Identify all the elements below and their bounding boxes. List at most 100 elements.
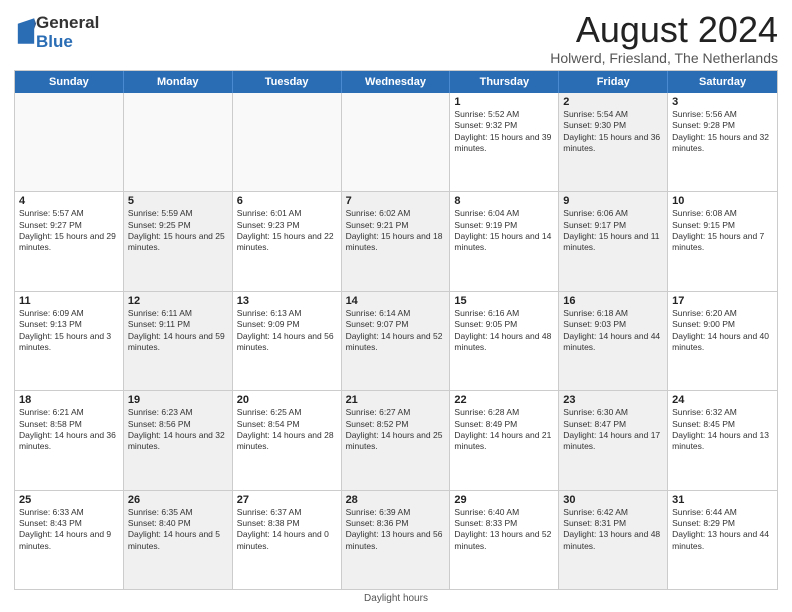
logo-icon: [16, 16, 36, 46]
cal-row-1: 4Sunrise: 5:57 AM Sunset: 9:27 PM Daylig…: [15, 192, 777, 291]
day-cell-7: 7Sunrise: 6:02 AM Sunset: 9:21 PM Daylig…: [342, 192, 451, 290]
day-info: Sunrise: 6:25 AM Sunset: 8:54 PM Dayligh…: [237, 407, 337, 453]
header-day-friday: Friday: [559, 71, 668, 93]
day-number: 3: [672, 96, 773, 108]
day-number: 18: [19, 394, 119, 406]
day-number: 29: [454, 494, 554, 506]
header-day-monday: Monday: [124, 71, 233, 93]
day-number: 16: [563, 295, 663, 307]
day-cell-3: 3Sunrise: 5:56 AM Sunset: 9:28 PM Daylig…: [668, 93, 777, 191]
day-cell-17: 17Sunrise: 6:20 AM Sunset: 9:00 PM Dayli…: [668, 292, 777, 390]
day-number: 1: [454, 96, 554, 108]
day-info: Sunrise: 6:27 AM Sunset: 8:52 PM Dayligh…: [346, 407, 446, 453]
day-cell-28: 28Sunrise: 6:39 AM Sunset: 8:36 PM Dayli…: [342, 491, 451, 589]
day-info: Sunrise: 5:56 AM Sunset: 9:28 PM Dayligh…: [672, 109, 773, 155]
day-cell-16: 16Sunrise: 6:18 AM Sunset: 9:03 PM Dayli…: [559, 292, 668, 390]
day-cell-27: 27Sunrise: 6:37 AM Sunset: 8:38 PM Dayli…: [233, 491, 342, 589]
day-cell-22: 22Sunrise: 6:28 AM Sunset: 8:49 PM Dayli…: [450, 391, 559, 489]
day-info: Sunrise: 6:21 AM Sunset: 8:58 PM Dayligh…: [19, 407, 119, 453]
day-cell-2: 2Sunrise: 5:54 AM Sunset: 9:30 PM Daylig…: [559, 93, 668, 191]
calendar-header: SundayMondayTuesdayWednesdayThursdayFrid…: [15, 71, 777, 93]
day-number: 5: [128, 195, 228, 207]
header-day-sunday: Sunday: [15, 71, 124, 93]
day-cell-20: 20Sunrise: 6:25 AM Sunset: 8:54 PM Dayli…: [233, 391, 342, 489]
title-block: August 2024 Holwerd, Friesland, The Neth…: [550, 10, 778, 66]
day-info: Sunrise: 6:06 AM Sunset: 9:17 PM Dayligh…: [563, 208, 663, 254]
day-number: 26: [128, 494, 228, 506]
day-info: Sunrise: 6:23 AM Sunset: 8:56 PM Dayligh…: [128, 407, 228, 453]
logo-blue: Blue: [36, 33, 99, 52]
logo-general: General: [36, 14, 99, 33]
day-number: 10: [672, 195, 773, 207]
day-cell-8: 8Sunrise: 6:04 AM Sunset: 9:19 PM Daylig…: [450, 192, 559, 290]
header-day-wednesday: Wednesday: [342, 71, 451, 93]
logo-text: General Blue: [36, 14, 99, 51]
day-info: Sunrise: 6:08 AM Sunset: 9:15 PM Dayligh…: [672, 208, 773, 254]
day-info: Sunrise: 5:54 AM Sunset: 9:30 PM Dayligh…: [563, 109, 663, 155]
empty-cell: [15, 93, 124, 191]
day-cell-1: 1Sunrise: 5:52 AM Sunset: 9:32 PM Daylig…: [450, 93, 559, 191]
day-info: Sunrise: 6:13 AM Sunset: 9:09 PM Dayligh…: [237, 308, 337, 354]
day-cell-12: 12Sunrise: 6:11 AM Sunset: 9:11 PM Dayli…: [124, 292, 233, 390]
day-cell-31: 31Sunrise: 6:44 AM Sunset: 8:29 PM Dayli…: [668, 491, 777, 589]
header: General Blue August 2024 Holwerd, Friesl…: [14, 10, 778, 66]
day-cell-13: 13Sunrise: 6:13 AM Sunset: 9:09 PM Dayli…: [233, 292, 342, 390]
day-info: Sunrise: 6:04 AM Sunset: 9:19 PM Dayligh…: [454, 208, 554, 254]
day-cell-18: 18Sunrise: 6:21 AM Sunset: 8:58 PM Dayli…: [15, 391, 124, 489]
day-cell-11: 11Sunrise: 6:09 AM Sunset: 9:13 PM Dayli…: [15, 292, 124, 390]
day-info: Sunrise: 6:32 AM Sunset: 8:45 PM Dayligh…: [672, 407, 773, 453]
day-number: 19: [128, 394, 228, 406]
day-info: Sunrise: 6:20 AM Sunset: 9:00 PM Dayligh…: [672, 308, 773, 354]
day-cell-5: 5Sunrise: 5:59 AM Sunset: 9:25 PM Daylig…: [124, 192, 233, 290]
header-day-thursday: Thursday: [450, 71, 559, 93]
day-cell-6: 6Sunrise: 6:01 AM Sunset: 9:23 PM Daylig…: [233, 192, 342, 290]
day-number: 7: [346, 195, 446, 207]
cal-row-2: 11Sunrise: 6:09 AM Sunset: 9:13 PM Dayli…: [15, 292, 777, 391]
day-info: Sunrise: 5:57 AM Sunset: 9:27 PM Dayligh…: [19, 208, 119, 254]
day-number: 6: [237, 195, 337, 207]
day-number: 14: [346, 295, 446, 307]
day-cell-9: 9Sunrise: 6:06 AM Sunset: 9:17 PM Daylig…: [559, 192, 668, 290]
day-number: 12: [128, 295, 228, 307]
day-number: 8: [454, 195, 554, 207]
page: General Blue August 2024 Holwerd, Friesl…: [0, 0, 792, 612]
day-info: Sunrise: 6:11 AM Sunset: 9:11 PM Dayligh…: [128, 308, 228, 354]
day-cell-26: 26Sunrise: 6:35 AM Sunset: 8:40 PM Dayli…: [124, 491, 233, 589]
day-info: Sunrise: 6:14 AM Sunset: 9:07 PM Dayligh…: [346, 308, 446, 354]
main-title: August 2024: [550, 10, 778, 50]
day-cell-15: 15Sunrise: 6:16 AM Sunset: 9:05 PM Dayli…: [450, 292, 559, 390]
subtitle: Holwerd, Friesland, The Netherlands: [550, 50, 778, 66]
day-number: 27: [237, 494, 337, 506]
day-number: 20: [237, 394, 337, 406]
day-cell-14: 14Sunrise: 6:14 AM Sunset: 9:07 PM Dayli…: [342, 292, 451, 390]
day-number: 23: [563, 394, 663, 406]
day-cell-4: 4Sunrise: 5:57 AM Sunset: 9:27 PM Daylig…: [15, 192, 124, 290]
day-cell-23: 23Sunrise: 6:30 AM Sunset: 8:47 PM Dayli…: [559, 391, 668, 489]
header-day-saturday: Saturday: [668, 71, 777, 93]
empty-cell: [342, 93, 451, 191]
day-cell-21: 21Sunrise: 6:27 AM Sunset: 8:52 PM Dayli…: [342, 391, 451, 489]
day-info: Sunrise: 6:30 AM Sunset: 8:47 PM Dayligh…: [563, 407, 663, 453]
day-info: Sunrise: 6:42 AM Sunset: 8:31 PM Dayligh…: [563, 507, 663, 553]
cal-row-0: 1Sunrise: 5:52 AM Sunset: 9:32 PM Daylig…: [15, 93, 777, 192]
calendar: SundayMondayTuesdayWednesdayThursdayFrid…: [14, 70, 778, 590]
day-info: Sunrise: 6:33 AM Sunset: 8:43 PM Dayligh…: [19, 507, 119, 553]
day-cell-24: 24Sunrise: 6:32 AM Sunset: 8:45 PM Dayli…: [668, 391, 777, 489]
empty-cell: [233, 93, 342, 191]
empty-cell: [124, 93, 233, 191]
day-info: Sunrise: 6:44 AM Sunset: 8:29 PM Dayligh…: [672, 507, 773, 553]
day-info: Sunrise: 6:01 AM Sunset: 9:23 PM Dayligh…: [237, 208, 337, 254]
day-cell-19: 19Sunrise: 6:23 AM Sunset: 8:56 PM Dayli…: [124, 391, 233, 489]
day-info: Sunrise: 6:09 AM Sunset: 9:13 PM Dayligh…: [19, 308, 119, 354]
footer-note: Daylight hours: [14, 590, 778, 604]
day-number: 4: [19, 195, 119, 207]
day-number: 30: [563, 494, 663, 506]
day-number: 31: [672, 494, 773, 506]
day-number: 15: [454, 295, 554, 307]
day-number: 24: [672, 394, 773, 406]
day-info: Sunrise: 5:52 AM Sunset: 9:32 PM Dayligh…: [454, 109, 554, 155]
day-number: 28: [346, 494, 446, 506]
day-number: 17: [672, 295, 773, 307]
day-info: Sunrise: 6:02 AM Sunset: 9:21 PM Dayligh…: [346, 208, 446, 254]
header-day-tuesday: Tuesday: [233, 71, 342, 93]
